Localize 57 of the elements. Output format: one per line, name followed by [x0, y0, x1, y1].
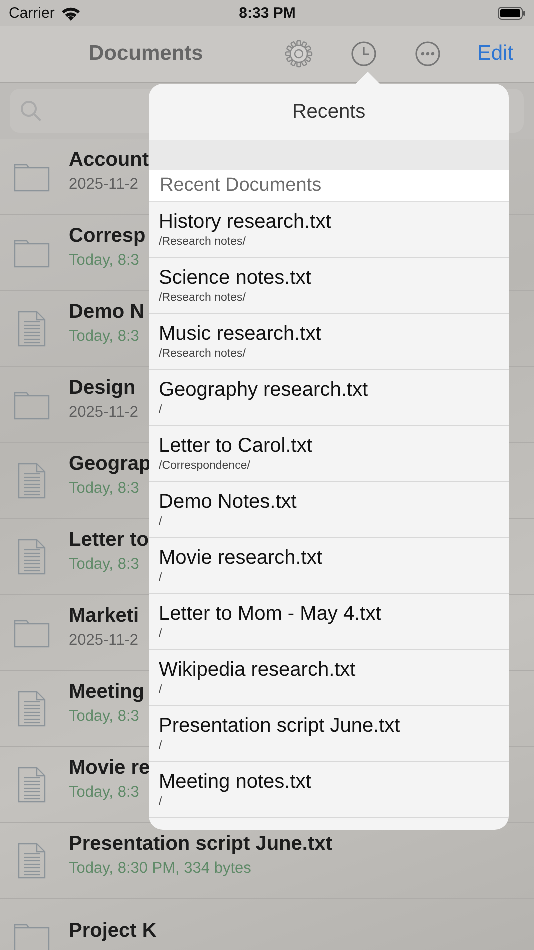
- file-detail: Today, 8:3: [69, 556, 140, 574]
- battery-icon: [498, 6, 526, 20]
- file-name: Letter to: [69, 529, 149, 552]
- recent-item[interactable]: Music research.txt /Research notes/: [149, 314, 509, 370]
- more-button[interactable]: [415, 41, 442, 67]
- clock-icon: [351, 41, 378, 67]
- file-detail: 2025-11-2: [69, 404, 139, 422]
- nav-title: Documents: [89, 42, 204, 66]
- recent-item[interactable]: Demo Notes.txt /: [149, 482, 509, 538]
- document-icon: [18, 690, 46, 726]
- folder-icon: [14, 922, 50, 950]
- recent-item[interactable]: Science notes.txt /Research notes/: [149, 258, 509, 314]
- search-icon: [20, 100, 42, 122]
- settings-icon: [285, 40, 314, 68]
- file-detail: Today, 8:3: [69, 252, 140, 270]
- file-detail: Today, 8:3: [69, 328, 140, 346]
- popover-title: Recents: [292, 100, 366, 124]
- file-name: Geograp: [69, 453, 152, 476]
- recent-item[interactable]: Wikipedia research.txt /: [149, 650, 509, 706]
- file-detail: Today, 8:30 PM, 334 bytes: [69, 860, 252, 878]
- document-icon: [18, 842, 46, 878]
- file-detail: 2025-11-2: [69, 176, 140, 194]
- file-name: Meeting: [69, 681, 145, 704]
- recents-button[interactable]: [351, 41, 378, 67]
- file-name: Account: [69, 149, 149, 172]
- recent-item[interactable]: History research.txt /Research notes/: [149, 202, 509, 258]
- settings-button[interactable]: [285, 40, 314, 68]
- file-name: Marketi: [69, 605, 140, 628]
- recent-item[interactable]: Movie research.txt /: [149, 538, 509, 594]
- file-name: Movie re: [69, 757, 150, 780]
- section-header: Recent Documents: [149, 170, 509, 202]
- recent-item[interactable]: Geography research.txt /: [149, 370, 509, 426]
- document-icon: [18, 462, 46, 498]
- more-icon: [415, 41, 442, 67]
- file-detail: Today, 8:3: [69, 480, 140, 498]
- file-detail: 2025-11-2: [69, 632, 140, 650]
- status-time: 8:33 PM: [239, 4, 296, 22]
- file-name: Design: [69, 377, 137, 400]
- file-name: Demo N: [69, 301, 145, 324]
- file-name: Corresp: [69, 225, 146, 248]
- file-detail: Today, 8:3: [69, 708, 140, 726]
- recent-item[interactable]: Letter to Mom - May 4.txt /: [149, 594, 509, 650]
- document-icon: [18, 538, 46, 574]
- document-icon: [18, 766, 46, 802]
- recent-item[interactable]: Meeting notes.txt /: [149, 762, 509, 818]
- file-detail: Today, 8:3: [69, 784, 140, 802]
- folder-icon: [14, 390, 50, 420]
- folder-icon: [14, 618, 50, 648]
- file-name: Presentation script June.txt: [69, 833, 332, 856]
- wifi-icon: [60, 6, 81, 20]
- recent-item[interactable]: Letter to Carol.txt /Correspondence/: [149, 426, 509, 482]
- folder-icon: [14, 238, 50, 268]
- recent-item[interactable]: Presentation script June.txt /: [149, 706, 509, 762]
- document-icon: [18, 310, 46, 346]
- file-name: Project K: [69, 920, 157, 943]
- folder-icon: [14, 162, 50, 192]
- carrier-label: Carrier: [9, 4, 55, 22]
